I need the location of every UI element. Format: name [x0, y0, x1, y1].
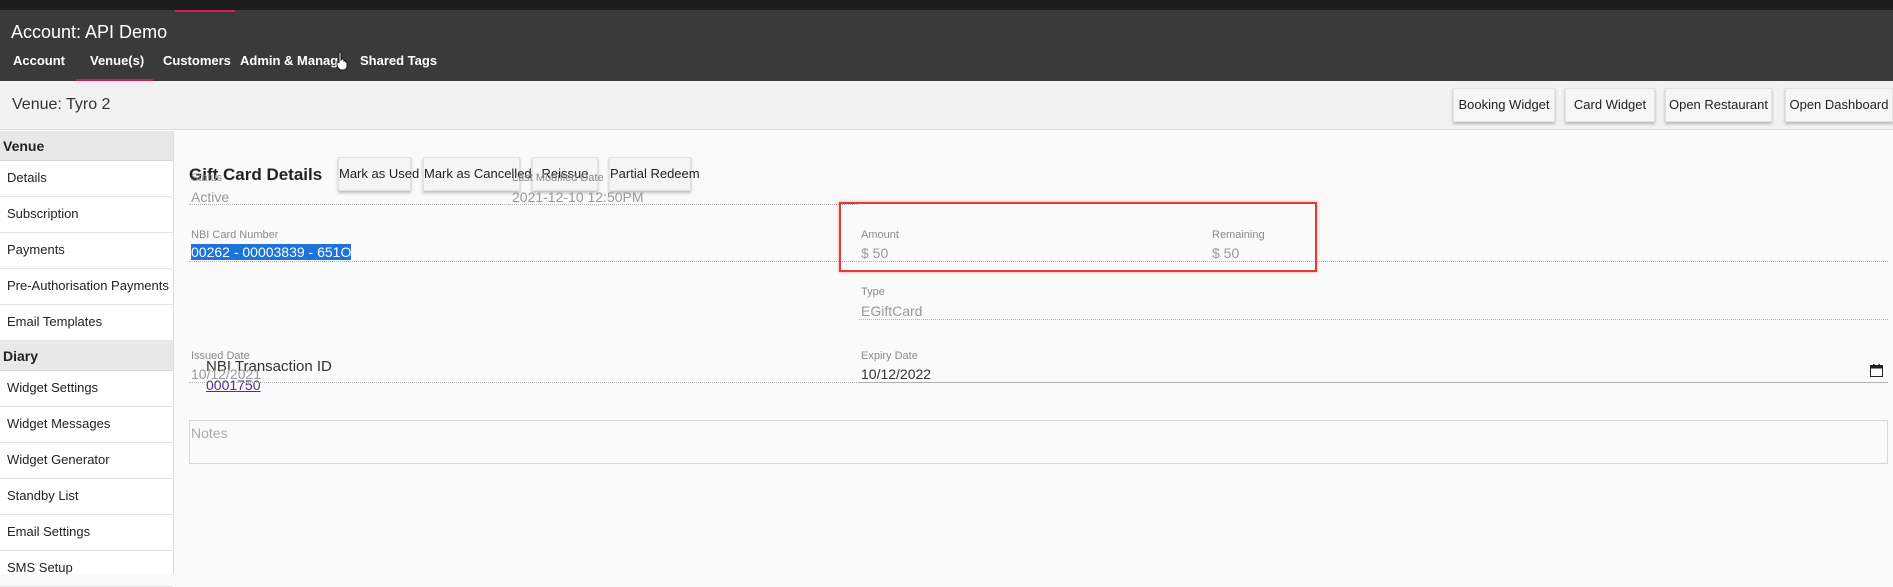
expiry-date-field[interactable]: Expiry Date 10/12/2022	[859, 348, 1888, 383]
sidebar-item-sms-setup[interactable]: SMS Setup	[0, 551, 173, 587]
issued-date-label: Issued Date	[191, 350, 250, 362]
venue-bar: Venue: Tyro 2 Booking Widget Card Widget…	[0, 81, 1893, 130]
sidebar-item-payments[interactable]: Payments	[0, 233, 173, 269]
status-label: Status	[191, 172, 223, 184]
last-modified-label: Last Modified Date	[512, 172, 604, 184]
open-dashboard-button[interactable]: Open Dashboard	[1785, 88, 1893, 122]
issued-date-field: Issued Date 10/12/2021	[189, 348, 859, 383]
tab-venues[interactable]: Venue(s)	[76, 51, 153, 81]
sidebar-item-pre-authorisation-payments[interactable]: Pre-Authorisation Payments	[0, 269, 173, 305]
sidebar-item-details[interactable]: Details	[0, 161, 173, 197]
last-modified-value: 2021-12-10 12:50PM	[512, 189, 644, 205]
card-number-field: NBI Card Number 00262 - 00003839 - 651O	[189, 228, 859, 262]
type-value: EGiftCard	[861, 303, 923, 319]
last-modified-field: Last Modified Date 2021-12-10 12:50PM	[509, 171, 859, 205]
account-title: Account: API Demo	[11, 22, 168, 42]
sidebar-item-widget-settings[interactable]: Widget Settings	[0, 371, 173, 407]
status-field: Status Active	[189, 171, 529, 205]
type-field: Type EGiftCard	[859, 284, 1888, 320]
sidebar-item-standby-list[interactable]: Standby List	[0, 479, 173, 515]
tab-account[interactable]: Account	[13, 51, 65, 81]
sidebar-item-widget-messages[interactable]: Widget Messages	[0, 407, 173, 443]
sidebar-item-widget-generator[interactable]: Widget Generator	[0, 443, 173, 479]
hand-cursor-icon	[336, 51, 348, 71]
sidebar-item-subscription[interactable]: Subscription	[0, 197, 173, 233]
sidebar-item-email-templates[interactable]: Email Templates	[0, 305, 173, 341]
window-top-strip	[0, 0, 1893, 10]
status-value: Active	[191, 189, 230, 205]
top-bar: Account: API Demo Account Venue(s) Custo…	[0, 10, 1893, 81]
card-number-label: NBI Card Number	[191, 229, 279, 241]
type-label: Type	[861, 286, 885, 298]
gift-card-panel: Gift Card Details Mark as Used Mark as C…	[175, 131, 1893, 574]
issued-date-value: 10/12/2021	[191, 366, 262, 382]
expiry-date-value[interactable]: 10/12/2022	[861, 366, 931, 382]
booking-widget-button[interactable]: Booking Widget	[1453, 88, 1555, 122]
expiry-date-label: Expiry Date	[861, 350, 918, 362]
tab-shared-tags[interactable]: Shared Tags	[360, 51, 437, 81]
open-restaurant-button[interactable]: Open Restaurant	[1665, 88, 1772, 122]
card-number-value[interactable]: 00262 - 00003839 - 651O	[191, 244, 352, 260]
notes-placeholder: Notes	[191, 425, 228, 441]
notes-textarea[interactable]: Notes	[189, 420, 1888, 464]
accent-line	[175, 10, 235, 12]
tab-admin-manage[interactable]: Admin & Manage	[240, 51, 338, 81]
sidebar: Venue Details Subscription Payments Pre-…	[0, 131, 174, 587]
card-widget-button[interactable]: Card Widget	[1565, 88, 1655, 122]
sidebar-heading-diary: Diary	[0, 341, 173, 371]
calendar-icon[interactable]	[1870, 364, 1883, 377]
venue-title: Venue: Tyro 2	[12, 96, 111, 113]
tab-customers[interactable]: Customers	[163, 51, 231, 81]
highlight-box	[839, 202, 1317, 272]
sidebar-item-email-settings[interactable]: Email Settings	[0, 515, 173, 551]
sidebar-heading-venue: Venue	[0, 131, 173, 161]
